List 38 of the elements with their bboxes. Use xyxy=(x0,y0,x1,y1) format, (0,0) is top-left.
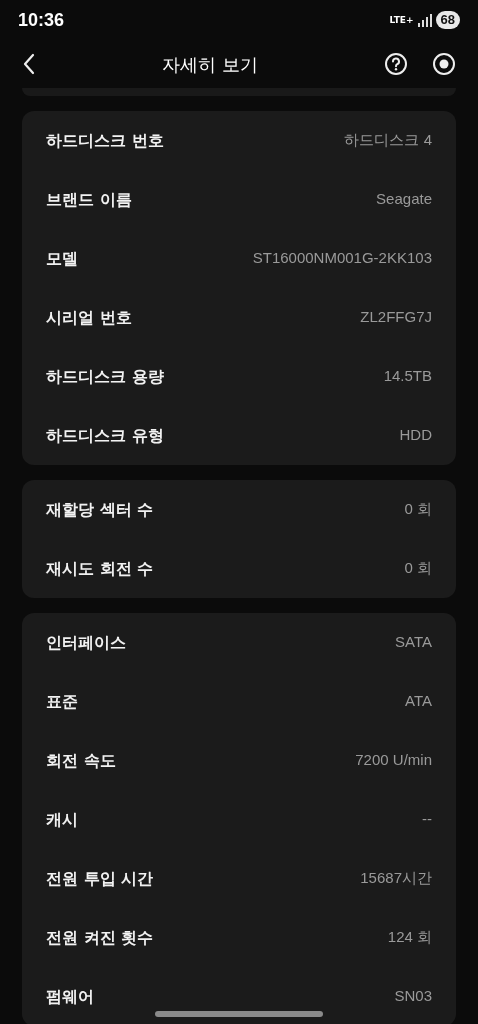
field-label: 펌웨어 xyxy=(46,985,94,1008)
field-value: ST16000NM001G-2KK103 xyxy=(252,248,432,269)
field-label: 재시도 회전 수 xyxy=(46,557,154,580)
field-value: Seagate xyxy=(376,189,432,210)
field-value: 0 회 xyxy=(404,499,432,520)
field-value: SN03 xyxy=(394,986,432,1007)
field-value: 14.5TB xyxy=(383,366,432,387)
field-value: HDD xyxy=(399,425,432,446)
field-label: 하드디스크 용량 xyxy=(46,365,164,388)
field-value: ATA xyxy=(405,691,432,712)
network-type: LTE+ xyxy=(389,15,414,25)
battery-level: 68 xyxy=(435,11,460,29)
field-label: 전원 켜진 횟수 xyxy=(46,926,154,949)
field-label: 하드디스크 유형 xyxy=(46,424,164,447)
field-label: 재할당 섹터 수 xyxy=(46,498,154,521)
field-value: -- xyxy=(422,809,432,830)
field-label: 모델 xyxy=(46,247,78,270)
field-label: 캐시 xyxy=(46,808,78,831)
field-label: 하드디스크 번호 xyxy=(46,129,164,152)
record-icon[interactable] xyxy=(432,52,456,76)
field-value: 124 회 xyxy=(387,927,432,948)
field-value: 7200 U/min xyxy=(355,750,432,771)
field-value: 하드디스크 4 xyxy=(344,130,432,151)
field-value: 15687시간 xyxy=(360,868,432,889)
field-value: 0 회 xyxy=(404,558,432,579)
signal-icon xyxy=(417,13,432,27)
page-title: 자세히 보기 xyxy=(162,52,258,77)
field-label: 시리얼 번호 xyxy=(46,306,132,329)
back-icon[interactable] xyxy=(22,53,36,75)
field-label: 표준 xyxy=(46,690,78,713)
field-label: 전원 투입 시간 xyxy=(46,867,154,890)
field-value: SATA xyxy=(395,632,432,653)
field-label: 회전 속도 xyxy=(46,749,116,772)
status-time: 10:36 xyxy=(18,8,65,32)
field-label: 브랜드 이름 xyxy=(46,188,132,211)
help-icon[interactable] xyxy=(384,52,408,76)
field-label: 인터페이스 xyxy=(46,631,126,654)
field-value: ZL2FFG7J xyxy=(360,307,432,328)
